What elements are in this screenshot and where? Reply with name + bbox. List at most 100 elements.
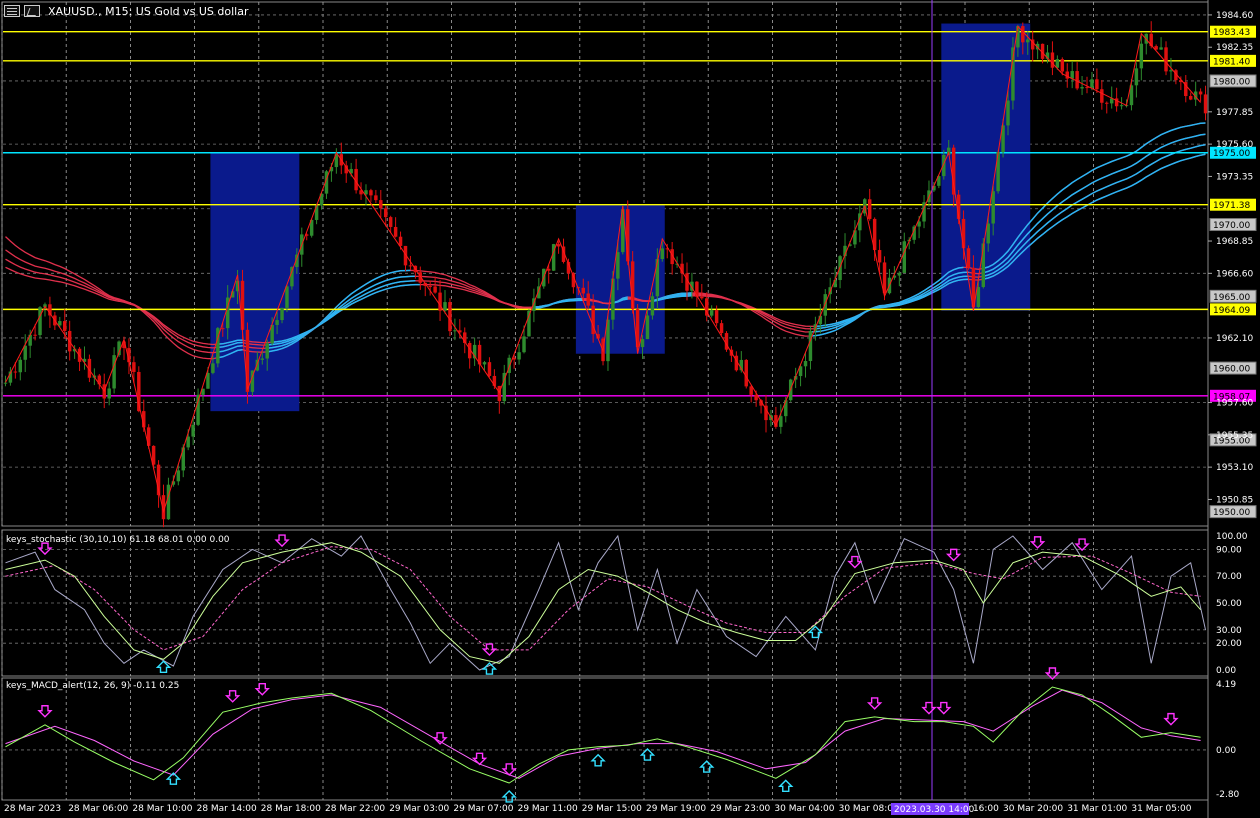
- candle-body: [897, 272, 902, 276]
- candle-body: [369, 190, 373, 196]
- time-tick-label: 29 Mar 15:00: [582, 804, 642, 814]
- macd-line: [5, 686, 1201, 784]
- candle-body: [1164, 47, 1168, 72]
- time-tick-label: 30 Mar 04:00: [774, 804, 834, 814]
- time-tick-label: 28 Mar 06:00: [68, 804, 128, 814]
- candle-body: [196, 394, 200, 425]
- chart-list-icon[interactable]: [4, 5, 20, 17]
- macd-sell-arrow: [866, 697, 883, 710]
- stochastic-title: keys_stochastic (30,10,10) 61.18 68.01 0…: [6, 535, 230, 545]
- price-tick-label: 1982.35: [1216, 43, 1253, 53]
- candle-body: [640, 339, 645, 348]
- price-tick-label: 1966.60: [1216, 269, 1253, 279]
- candle-body: [176, 470, 181, 482]
- stoch-sell-arrow-shape: [1074, 538, 1090, 552]
- candle-body: [867, 199, 872, 219]
- candle-body: [448, 302, 452, 332]
- candle-body: [38, 307, 42, 336]
- candle-body: [877, 250, 882, 263]
- candle-body: [991, 191, 995, 224]
- stoch-tick-label: 100.00: [1216, 532, 1248, 542]
- candle-body: [655, 258, 660, 297]
- candle-body: [902, 241, 907, 273]
- candle-body: [1090, 79, 1094, 88]
- time-tick-label: 28 Mar 14:00: [197, 804, 257, 814]
- candle-body: [245, 329, 250, 392]
- candle-body: [33, 334, 37, 336]
- candle-body: [1021, 26, 1025, 43]
- candle-body: [961, 218, 966, 249]
- trading-chart[interactable]: 1983.43 1981.40 1980.00 1975.00 1971.38 1970.…: [0, 0, 1260, 818]
- candle-body: [700, 296, 704, 299]
- candle-body: [443, 302, 447, 311]
- price-tag: 1960.00: [1213, 365, 1250, 375]
- price-tag: 1981.40: [1213, 57, 1250, 67]
- candle-body: [275, 320, 279, 325]
- candle-body: [211, 363, 215, 373]
- price-tag: 1970.00: [1213, 221, 1250, 231]
- candle-body: [3, 382, 8, 384]
- stoch-tick-label: 30.00: [1216, 626, 1242, 636]
- macd-sell-arrow-shape: [936, 701, 952, 715]
- stoch-sell-arrow-shape: [274, 534, 290, 548]
- stoch-sell-arrow: [481, 643, 498, 657]
- macd-buy-arrow-shape: [699, 760, 715, 773]
- stoch-tick-label: 20.00: [1216, 639, 1242, 649]
- macd-sell-arrow: [37, 705, 53, 718]
- price-tag: 1964.09: [1213, 306, 1250, 316]
- time-tick-label: 30 Mar 20:00: [1003, 804, 1063, 814]
- candle-body: [260, 358, 265, 360]
- price-tick-label: 1955.35: [1216, 431, 1253, 441]
- macd-buy-arrow-shape: [590, 753, 606, 767]
- time-tick-label: 30 Mar 08:00: [839, 804, 899, 814]
- candle-body: [744, 359, 748, 387]
- candle-body: [546, 268, 551, 271]
- candle-body: [63, 321, 67, 331]
- candle-body: [1070, 71, 1074, 79]
- candle-body: [779, 416, 783, 427]
- candle-body: [966, 248, 971, 268]
- macd-sell-arrow-shape: [866, 697, 883, 710]
- macd-sell-arrow: [1163, 712, 1179, 726]
- macd-sell-arrow: [254, 683, 270, 696]
- macd-sell-arrow: [432, 732, 448, 745]
- stoch-sell-arrow-shape: [945, 548, 962, 562]
- macd-buy-arrow: [639, 748, 656, 761]
- chart-header: XAUUSD., M15: US Gold vs US dollar: [4, 3, 248, 19]
- candle-body: [784, 400, 788, 417]
- macd-sell-arrow: [471, 752, 488, 766]
- candle-body: [379, 200, 383, 209]
- candle-body: [803, 361, 808, 367]
- time-tick-label: 28 Mar 18:00: [261, 804, 321, 814]
- candle-body: [645, 315, 650, 340]
- price-tag: 1975.00: [1213, 149, 1250, 159]
- macd-tick-label: -2.80: [1216, 790, 1240, 800]
- crosshair-time-label: 2023.03.30 14:00: [894, 805, 975, 815]
- stoch-sell-arrow-shape: [481, 643, 498, 657]
- candle-body: [650, 296, 655, 316]
- stoch-sell-arrow: [274, 534, 290, 548]
- chart-type-icon[interactable]: [24, 5, 40, 17]
- time-tick-label: 28 Mar 2023: [4, 804, 61, 814]
- candle-body: [1060, 59, 1065, 72]
- candle-body: [1203, 94, 1208, 114]
- candle-body: [433, 286, 437, 293]
- macd-sell-arrow-shape: [1163, 712, 1179, 726]
- candle-body: [581, 287, 586, 294]
- candle-body: [1050, 52, 1055, 68]
- candle-body: [522, 336, 526, 353]
- candle-body: [1100, 89, 1104, 103]
- candle-body: [374, 195, 378, 201]
- price-tick-label: 1973.35: [1216, 172, 1253, 182]
- candle-body: [1188, 96, 1193, 100]
- stoch-signal-line: [5, 546, 1201, 651]
- macd-signal-line: [5, 689, 1201, 779]
- candle-body: [976, 287, 981, 308]
- candle-body: [1119, 105, 1124, 107]
- stoch-tick-label: 70.00: [1216, 572, 1242, 582]
- candle-body: [487, 362, 492, 376]
- macd-tick-label: 4.19: [1216, 680, 1236, 690]
- stoch-buy-arrow-shape: [481, 662, 498, 675]
- time-tick-label: 29 Mar 19:00: [646, 804, 706, 814]
- macd-sell-arrow-shape: [432, 732, 448, 745]
